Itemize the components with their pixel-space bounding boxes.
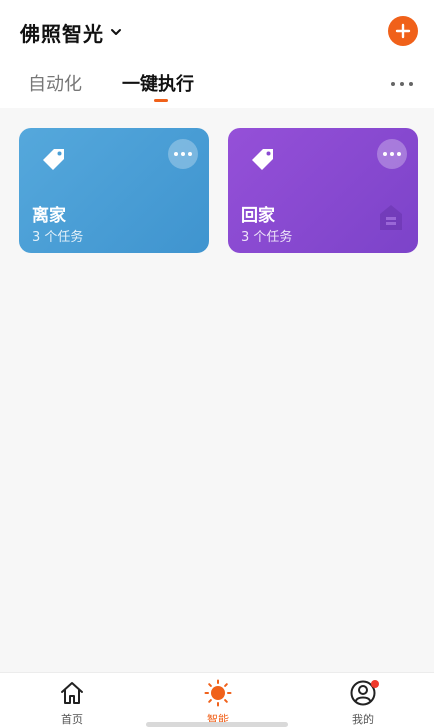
house-decoration-icon: [380, 205, 402, 230]
chevron-down-icon: [111, 29, 121, 35]
scene-task-count: 3 个任务: [32, 230, 84, 245]
dot-icon: [181, 152, 185, 156]
home-selector[interactable]: 佛照智光: [20, 17, 122, 47]
dot-icon: [390, 152, 394, 156]
dot-icon: [400, 82, 404, 86]
tab-bar-top: 自动化 一键执行: [0, 66, 434, 106]
scene-card-home[interactable]: 回家 3 个任务: [228, 128, 418, 253]
tabbar-item-smart[interactable]: 智能: [188, 679, 248, 727]
bottom-tab-bar: 首页 智能 我的: [0, 672, 434, 728]
plus-icon: [395, 23, 411, 39]
notification-badge: [371, 680, 379, 688]
more-options-button[interactable]: [391, 80, 413, 88]
scene-title: 回家: [241, 206, 275, 226]
dot-icon: [383, 152, 387, 156]
sun-icon: [204, 679, 232, 707]
tab-one-tap[interactable]: 一键执行: [122, 70, 194, 96]
tabbar-label: 我的: [352, 713, 374, 726]
dot-icon: [188, 152, 192, 156]
home-indicator: [146, 722, 288, 727]
dot-icon: [397, 152, 401, 156]
home-icon: [61, 682, 83, 704]
scene-title: 离家: [32, 206, 66, 226]
scene-card-away[interactable]: 离家 3 个任务: [19, 128, 209, 253]
tabbar-item-me[interactable]: 我的: [333, 679, 393, 727]
home-name: 佛照智光: [20, 21, 104, 46]
header: 佛照智光 自动化 一键执行: [0, 0, 434, 108]
tabbar-label: 首页: [61, 713, 83, 726]
tag-icon: [252, 149, 273, 170]
dot-icon: [174, 152, 178, 156]
card-more-button[interactable]: [377, 139, 407, 169]
add-button[interactable]: [388, 16, 418, 46]
tabbar-item-home[interactable]: 首页: [42, 679, 102, 727]
active-tab-indicator: [154, 99, 168, 102]
card-more-button[interactable]: [168, 139, 198, 169]
tag-icon: [43, 149, 64, 170]
scene-task-count: 3 个任务: [241, 230, 293, 245]
tab-automation[interactable]: 自动化: [28, 70, 82, 96]
dot-icon: [409, 82, 413, 86]
dot-icon: [391, 82, 395, 86]
